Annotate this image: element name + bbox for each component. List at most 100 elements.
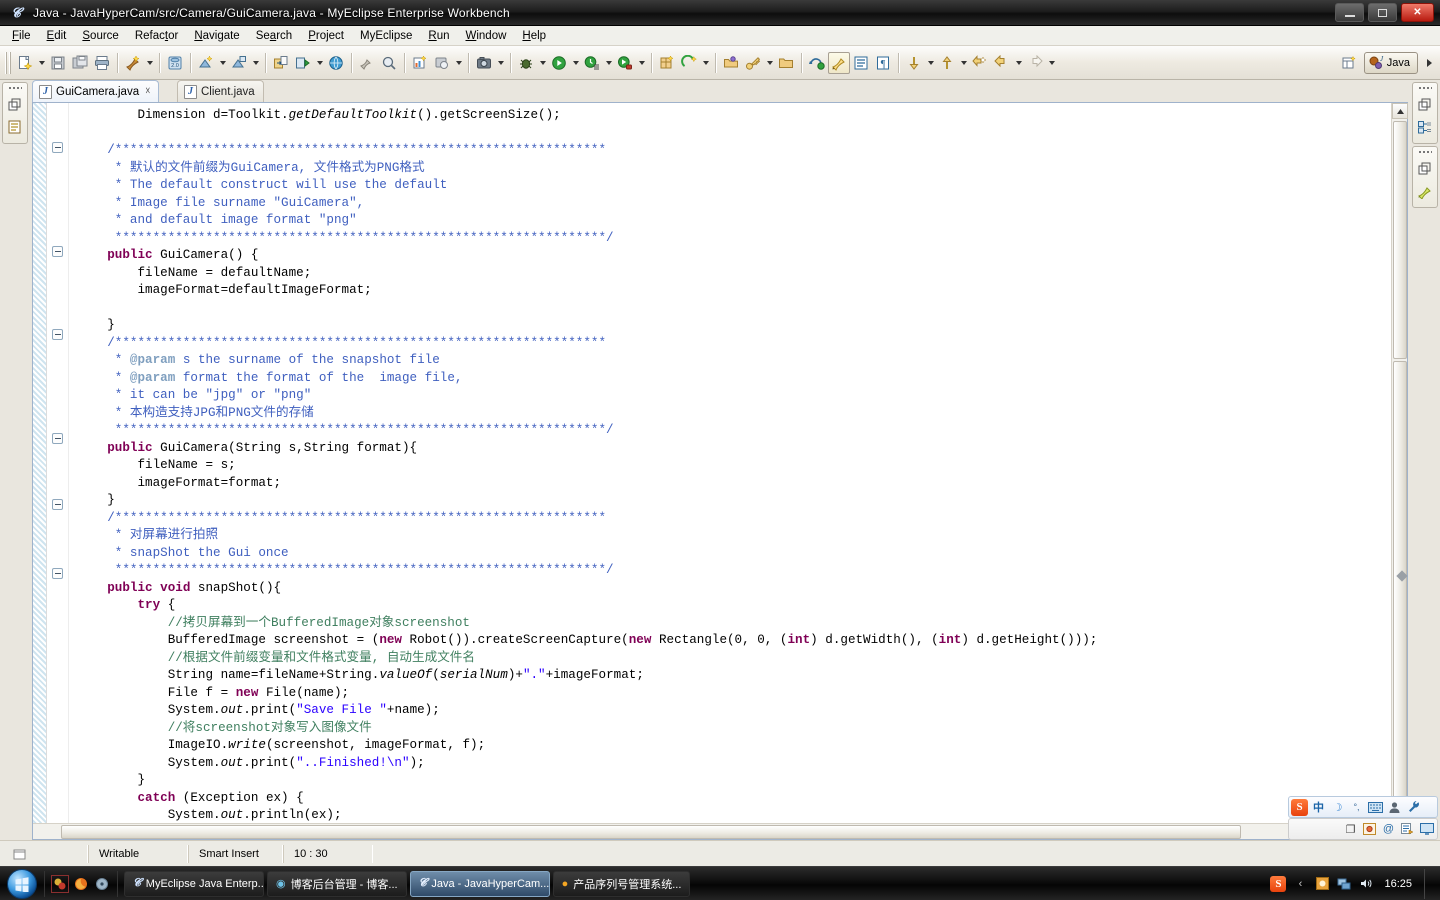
firefox-icon[interactable] <box>72 875 90 893</box>
forward-dropdown-arrow[interactable] <box>1046 52 1057 74</box>
taskbar-item-myeclipse[interactable]: 𝓒 MyEclipse Java Enterp... <box>124 870 264 897</box>
editor-tab-guicamera[interactable]: J GuiCamera.java ☓ <box>32 80 160 102</box>
menu-help[interactable]: Help <box>514 28 554 44</box>
new-annotation-dropdown-arrow[interactable] <box>700 52 711 74</box>
open-perspective-icon[interactable] <box>1338 52 1360 74</box>
run-external-tools-dropdown-arrow[interactable] <box>636 52 647 74</box>
taskbar-clock[interactable]: 16:25 <box>1380 878 1418 890</box>
minimize-button[interactable] <box>1335 3 1364 22</box>
closed-folder-icon[interactable] <box>775 52 797 74</box>
fast-view-stack-tasks[interactable] <box>1412 146 1438 208</box>
run-server-icon[interactable] <box>292 52 314 74</box>
fast-view-stack-outline[interactable] <box>1412 82 1438 144</box>
scroll-thumb-upper[interactable] <box>1393 121 1407 359</box>
package-explorer-icon[interactable] <box>6 118 24 136</box>
open-folder-icon[interactable] <box>720 52 742 74</box>
fold-collapse-icon[interactable] <box>52 433 63 444</box>
search-icon[interactable] <box>378 52 400 74</box>
perspective-java-button[interactable]: J Java <box>1363 52 1418 74</box>
previous-annotation-icon[interactable] <box>936 52 958 74</box>
tray-app-icon[interactable] <box>1314 876 1330 892</box>
next-annotation-dropdown-arrow[interactable] <box>925 52 936 74</box>
previous-annotation-dropdown-arrow[interactable] <box>958 52 969 74</box>
new-java-project-icon[interactable] <box>656 52 678 74</box>
export-icon[interactable] <box>270 52 292 74</box>
forward-icon[interactable] <box>1024 52 1046 74</box>
restore-button[interactable] <box>1368 3 1397 22</box>
task-list-icon[interactable] <box>1416 182 1434 200</box>
at-icon[interactable]: @ <box>1380 821 1397 838</box>
folding-margin[interactable] <box>47 103 69 839</box>
close-button[interactable]: ✕ <box>1401 3 1434 22</box>
print-preview-icon[interactable] <box>431 52 453 74</box>
start-button[interactable] <box>0 868 44 900</box>
fold-collapse-icon[interactable] <box>52 568 63 579</box>
menu-navigate[interactable]: Navigate <box>186 28 247 44</box>
outline-icon[interactable] <box>1416 118 1434 136</box>
annotation-ruler[interactable] <box>33 103 47 839</box>
paragraph-marks-icon[interactable]: ¶ <box>872 52 894 74</box>
toolbar-grip[interactable] <box>5 51 11 74</box>
fast-view-stack-left[interactable] <box>2 82 28 144</box>
show-whitespace-icon[interactable] <box>850 52 872 74</box>
fold-collapse-icon[interactable] <box>52 329 63 340</box>
punctuation-icon[interactable]: °, <box>1348 799 1365 816</box>
network-icon[interactable] <box>1336 876 1352 892</box>
soft-keyboard-icon[interactable] <box>1367 799 1384 816</box>
editor-vertical-scrollbar[interactable] <box>1391 103 1408 839</box>
fold-collapse-icon[interactable] <box>52 142 63 153</box>
user-icon[interactable] <box>1386 799 1403 816</box>
restore-icon[interactable] <box>1416 96 1434 114</box>
half-width-icon[interactable]: ☽ <box>1329 799 1346 816</box>
key-dropdown-arrow[interactable] <box>764 52 775 74</box>
menu-project[interactable]: Project <box>300 28 352 44</box>
toolbar-overflow-icon[interactable] <box>1422 52 1436 74</box>
next-annotation-icon[interactable] <box>903 52 925 74</box>
restore-icon[interactable] <box>6 96 24 114</box>
window-restore-icon[interactable]: ❐ <box>1342 821 1359 838</box>
menu-source[interactable]: Source <box>74 28 126 44</box>
menu-refactor[interactable]: Refactor <box>127 28 186 44</box>
editor-horizontal-scrollbar[interactable] <box>33 823 1407 839</box>
last-edit-location-icon[interactable] <box>969 52 991 74</box>
print-icon[interactable] <box>91 52 113 74</box>
scroll-thumb[interactable] <box>1393 361 1408 816</box>
show-desktop-button[interactable] <box>1424 868 1432 899</box>
restore-icon[interactable] <box>1416 160 1434 178</box>
media-icon[interactable] <box>93 875 111 893</box>
myeclipse-quickstart-dropdown-arrow[interactable] <box>144 52 155 74</box>
editor-tab-client[interactable]: J Client.java <box>177 80 264 102</box>
run-history-icon[interactable] <box>581 52 603 74</box>
scroll-up-arrow[interactable] <box>1392 103 1408 119</box>
volume-icon[interactable] <box>1358 876 1374 892</box>
taskbar-item-java-hypercam[interactable]: 𝓒 Java - JavaHyperCam... <box>409 870 550 897</box>
run-icon[interactable] <box>548 52 570 74</box>
print-preview-dropdown-arrow[interactable] <box>453 52 464 74</box>
drag-handle-dots[interactable] <box>1418 86 1432 91</box>
hscroll-thumb[interactable] <box>61 825 1241 839</box>
back-icon[interactable] <box>991 52 1013 74</box>
menu-run[interactable]: Run <box>420 28 457 44</box>
open-type-icon[interactable] <box>356 52 378 74</box>
save-icon[interactable] <box>47 52 69 74</box>
deploy-icon[interactable] <box>195 52 217 74</box>
refresh-green-icon[interactable] <box>806 52 828 74</box>
close-icon[interactable]: ☓ <box>145 86 150 97</box>
back-dropdown-arrow[interactable] <box>1013 52 1024 74</box>
drag-handle-dots[interactable] <box>8 86 22 91</box>
taskbar-item-blog[interactable]: ◉ 博客后台管理 - 博客... <box>267 870 407 897</box>
taskbar-item-product-serial[interactable]: ● 产品序列号管理系统... <box>552 870 691 897</box>
fold-collapse-icon[interactable] <box>52 499 63 510</box>
new-chart-icon[interactable] <box>409 52 431 74</box>
debug-dropdown-arrow[interactable] <box>537 52 548 74</box>
monitor-icon[interactable] <box>1418 821 1435 838</box>
web-browser-icon[interactable] <box>325 52 347 74</box>
deploy-dropdown-arrow[interactable] <box>217 52 228 74</box>
new-annotation-icon[interactable] <box>678 52 700 74</box>
debug-icon[interactable] <box>515 52 537 74</box>
screenshot-tool-icon[interactable] <box>1361 821 1378 838</box>
settings-wrench-icon[interactable] <box>1405 799 1422 816</box>
menu-search[interactable]: Search <box>248 28 300 44</box>
screenshot-icon[interactable] <box>473 52 495 74</box>
code-text-area[interactable]: Dimension d=Toolkit.getDefaultToolkit().… <box>69 103 1407 839</box>
